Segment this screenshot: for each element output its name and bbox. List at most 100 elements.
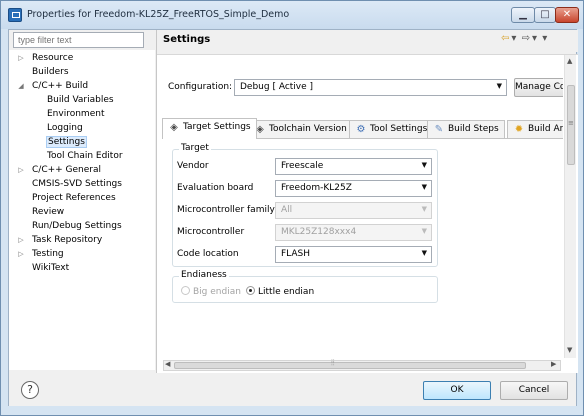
tree-item-label: Run/Debug Settings <box>32 221 122 231</box>
chevron-down-icon: ▼ <box>421 227 427 235</box>
target-settings-panel: Target Vendor Freescale ▼ Evaluation board F… <box>162 138 563 358</box>
chevron-down-icon: ▼ <box>421 161 427 169</box>
tab-tool-settings[interactable]: ⚙ Tool Settings <box>349 120 434 138</box>
radio-icon <box>181 286 190 295</box>
tree-item[interactable]: Settings <box>31 135 87 149</box>
settings-content: Configuration: Debug [ Active ] ▼ Manage… <box>157 54 578 373</box>
tree-item[interactable]: CMSIS-SVD Settings <box>16 177 122 191</box>
tree-item[interactable]: Logging <box>31 121 83 135</box>
tree-item[interactable]: ◢ C/C++ Build <box>16 79 88 93</box>
page-title: Settings <box>163 34 211 45</box>
title-bar[interactable]: Properties for Freedom-KL25Z_FreeRTOS_Si… <box>1 1 583 29</box>
configuration-label: Configuration: <box>168 82 233 92</box>
expand-arrow-icon[interactable]: ▷ <box>16 233 26 247</box>
eclipse-app-icon <box>8 8 22 22</box>
horizontal-scroll-thumb[interactable] <box>174 362 526 369</box>
maximize-button[interactable]: □ <box>534 7 556 23</box>
window-title: Properties for Freedom-KL25Z_FreeRTOS_Si… <box>27 9 290 20</box>
endianess-group-label: Endianess <box>179 270 229 280</box>
tree-item[interactable]: Tool Chain Editor <box>31 149 123 163</box>
forward-arrow-icon[interactable]: ⇨ <box>522 33 530 44</box>
evaluation-board-select[interactable]: Freedom-KL25Z ▼ <box>275 180 432 197</box>
scroll-right-icon[interactable]: ▶ <box>551 360 556 368</box>
tree-item[interactable]: Builders <box>16 65 69 79</box>
property-page-tree: ▷ Resource Builders ◢ C/C++ Build Build Varia… <box>9 50 155 370</box>
microcontroller-family-select: All ▼ <box>275 202 432 219</box>
collapse-arrow-icon[interactable]: ◢ <box>16 79 26 93</box>
chevron-down-icon: ▼ <box>421 205 427 213</box>
back-dropdown-icon[interactable]: ▾ <box>511 33 516 44</box>
gear-icon: ◈ <box>170 122 178 133</box>
tree-item-label: Project References <box>32 193 116 203</box>
field-label: Evaluation board <box>177 183 254 193</box>
tree-item-label: Settings <box>46 136 87 148</box>
filter-input[interactable] <box>13 32 144 48</box>
field-label: Vendor <box>177 161 209 171</box>
chevron-down-icon: ▼ <box>421 183 427 191</box>
tab-label: Tool Settings <box>370 124 428 134</box>
tab-label: Build Steps <box>448 124 499 134</box>
field-label: Microcontroller family <box>177 205 275 215</box>
microcontroller-select: MKL25Z128xxx4 ▼ <box>275 224 432 241</box>
cancel-button[interactable]: Cancel <box>500 381 568 400</box>
properties-dialog: Properties for Freedom-KL25Z_FreeRTOS_Si… <box>0 0 584 416</box>
manage-configurations-button[interactable]: Manage Configurations... <box>514 78 563 97</box>
select-value: Freedom-KL25Z <box>281 183 352 193</box>
vendor-select[interactable]: Freescale ▼ <box>275 158 432 175</box>
select-value: Freescale <box>281 161 324 171</box>
expand-arrow-icon[interactable]: ▷ <box>16 51 26 65</box>
expand-arrow-icon[interactable]: ▷ <box>16 163 26 177</box>
chevron-down-icon: ▼ <box>496 82 502 90</box>
tree-item[interactable]: ▷ Testing <box>16 247 64 261</box>
ok-button[interactable]: OK <box>423 381 491 400</box>
minimize-button[interactable]: ▁ <box>511 7 535 23</box>
scroll-up-icon[interactable]: ▲ <box>567 57 572 65</box>
code-location-select[interactable]: FLASH ▼ <box>275 246 432 263</box>
scroll-down-icon[interactable]: ▼ <box>567 346 572 354</box>
radio-selected-icon <box>246 286 255 295</box>
select-value: All <box>281 205 293 215</box>
tree-item[interactable]: ▷ Resource <box>16 51 73 65</box>
select-value: FLASH <box>281 249 311 259</box>
tool-settings-icon: ⚙ <box>356 124 366 135</box>
tree-item-label: C/C++ General <box>32 165 102 175</box>
help-icon[interactable]: ? <box>21 381 39 399</box>
tree-item-label: Testing <box>32 249 64 259</box>
big-endian-radio[interactable]: Big endian <box>181 286 241 297</box>
big-endian-label: Big endian <box>193 287 241 297</box>
little-endian-label: Little endian <box>258 287 315 297</box>
configuration-select[interactable]: Debug [ Active ] ▼ <box>234 79 507 96</box>
tree-item-label: Tool Chain Editor <box>47 151 123 161</box>
target-group-label: Target <box>179 143 211 153</box>
scroll-grip-icon: ⦙⦙ <box>331 358 335 367</box>
dialog-client: ▷ Resource Builders ◢ C/C++ Build Build Varia… <box>8 29 578 406</box>
tab-build-steps[interactable]: ✎ Build Steps <box>427 120 505 138</box>
vertical-scrollbar[interactable]: ▲ ≡ ▼ <box>564 55 576 358</box>
chevron-down-icon: ▼ <box>421 249 427 257</box>
tree-item[interactable]: Environment <box>31 107 104 121</box>
tree-item-label: CMSIS-SVD Settings <box>32 179 122 189</box>
tab-label: Target Settings <box>183 122 251 132</box>
settings-tabs: ◈ Target Settings ◈ Toolchain Version ⚙ Tool … <box>162 118 563 139</box>
tab-label: Build Artifact <box>528 124 563 134</box>
tree-item[interactable]: ▷ Task Repository <box>16 233 102 247</box>
tree-item[interactable]: Project References <box>16 191 116 205</box>
tree-item-label: Builders <box>32 67 69 77</box>
expand-arrow-icon[interactable]: ▷ <box>16 247 26 261</box>
back-arrow-icon[interactable]: ⇦ <box>501 33 509 44</box>
scroll-left-icon[interactable]: ◀ <box>165 360 170 368</box>
little-endian-radio[interactable]: Little endian <box>246 286 314 297</box>
horizontal-scrollbar[interactable]: ◀ ⦙⦙ ▶ <box>163 358 561 371</box>
tree-item[interactable]: Build Variables <box>31 93 114 107</box>
close-button[interactable]: ✕ <box>555 7 579 23</box>
tab-target-settings[interactable]: ◈ Target Settings <box>162 118 257 139</box>
tree-item[interactable]: Review <box>16 205 64 219</box>
tree-item-label: WikiText <box>32 263 70 273</box>
tree-item[interactable]: Run/Debug Settings <box>16 219 122 233</box>
tab-toolchain-version[interactable]: ◈ Toolchain Version <box>248 120 353 138</box>
view-menu-icon[interactable]: ▾ <box>542 33 547 44</box>
tab-build-artifact[interactable]: ✹ Build Artifact <box>507 120 563 138</box>
forward-dropdown-icon[interactable]: ▾ <box>532 33 537 44</box>
tree-item[interactable]: ▷ C/C++ General <box>16 163 101 177</box>
tree-item[interactable]: WikiText <box>16 261 69 275</box>
